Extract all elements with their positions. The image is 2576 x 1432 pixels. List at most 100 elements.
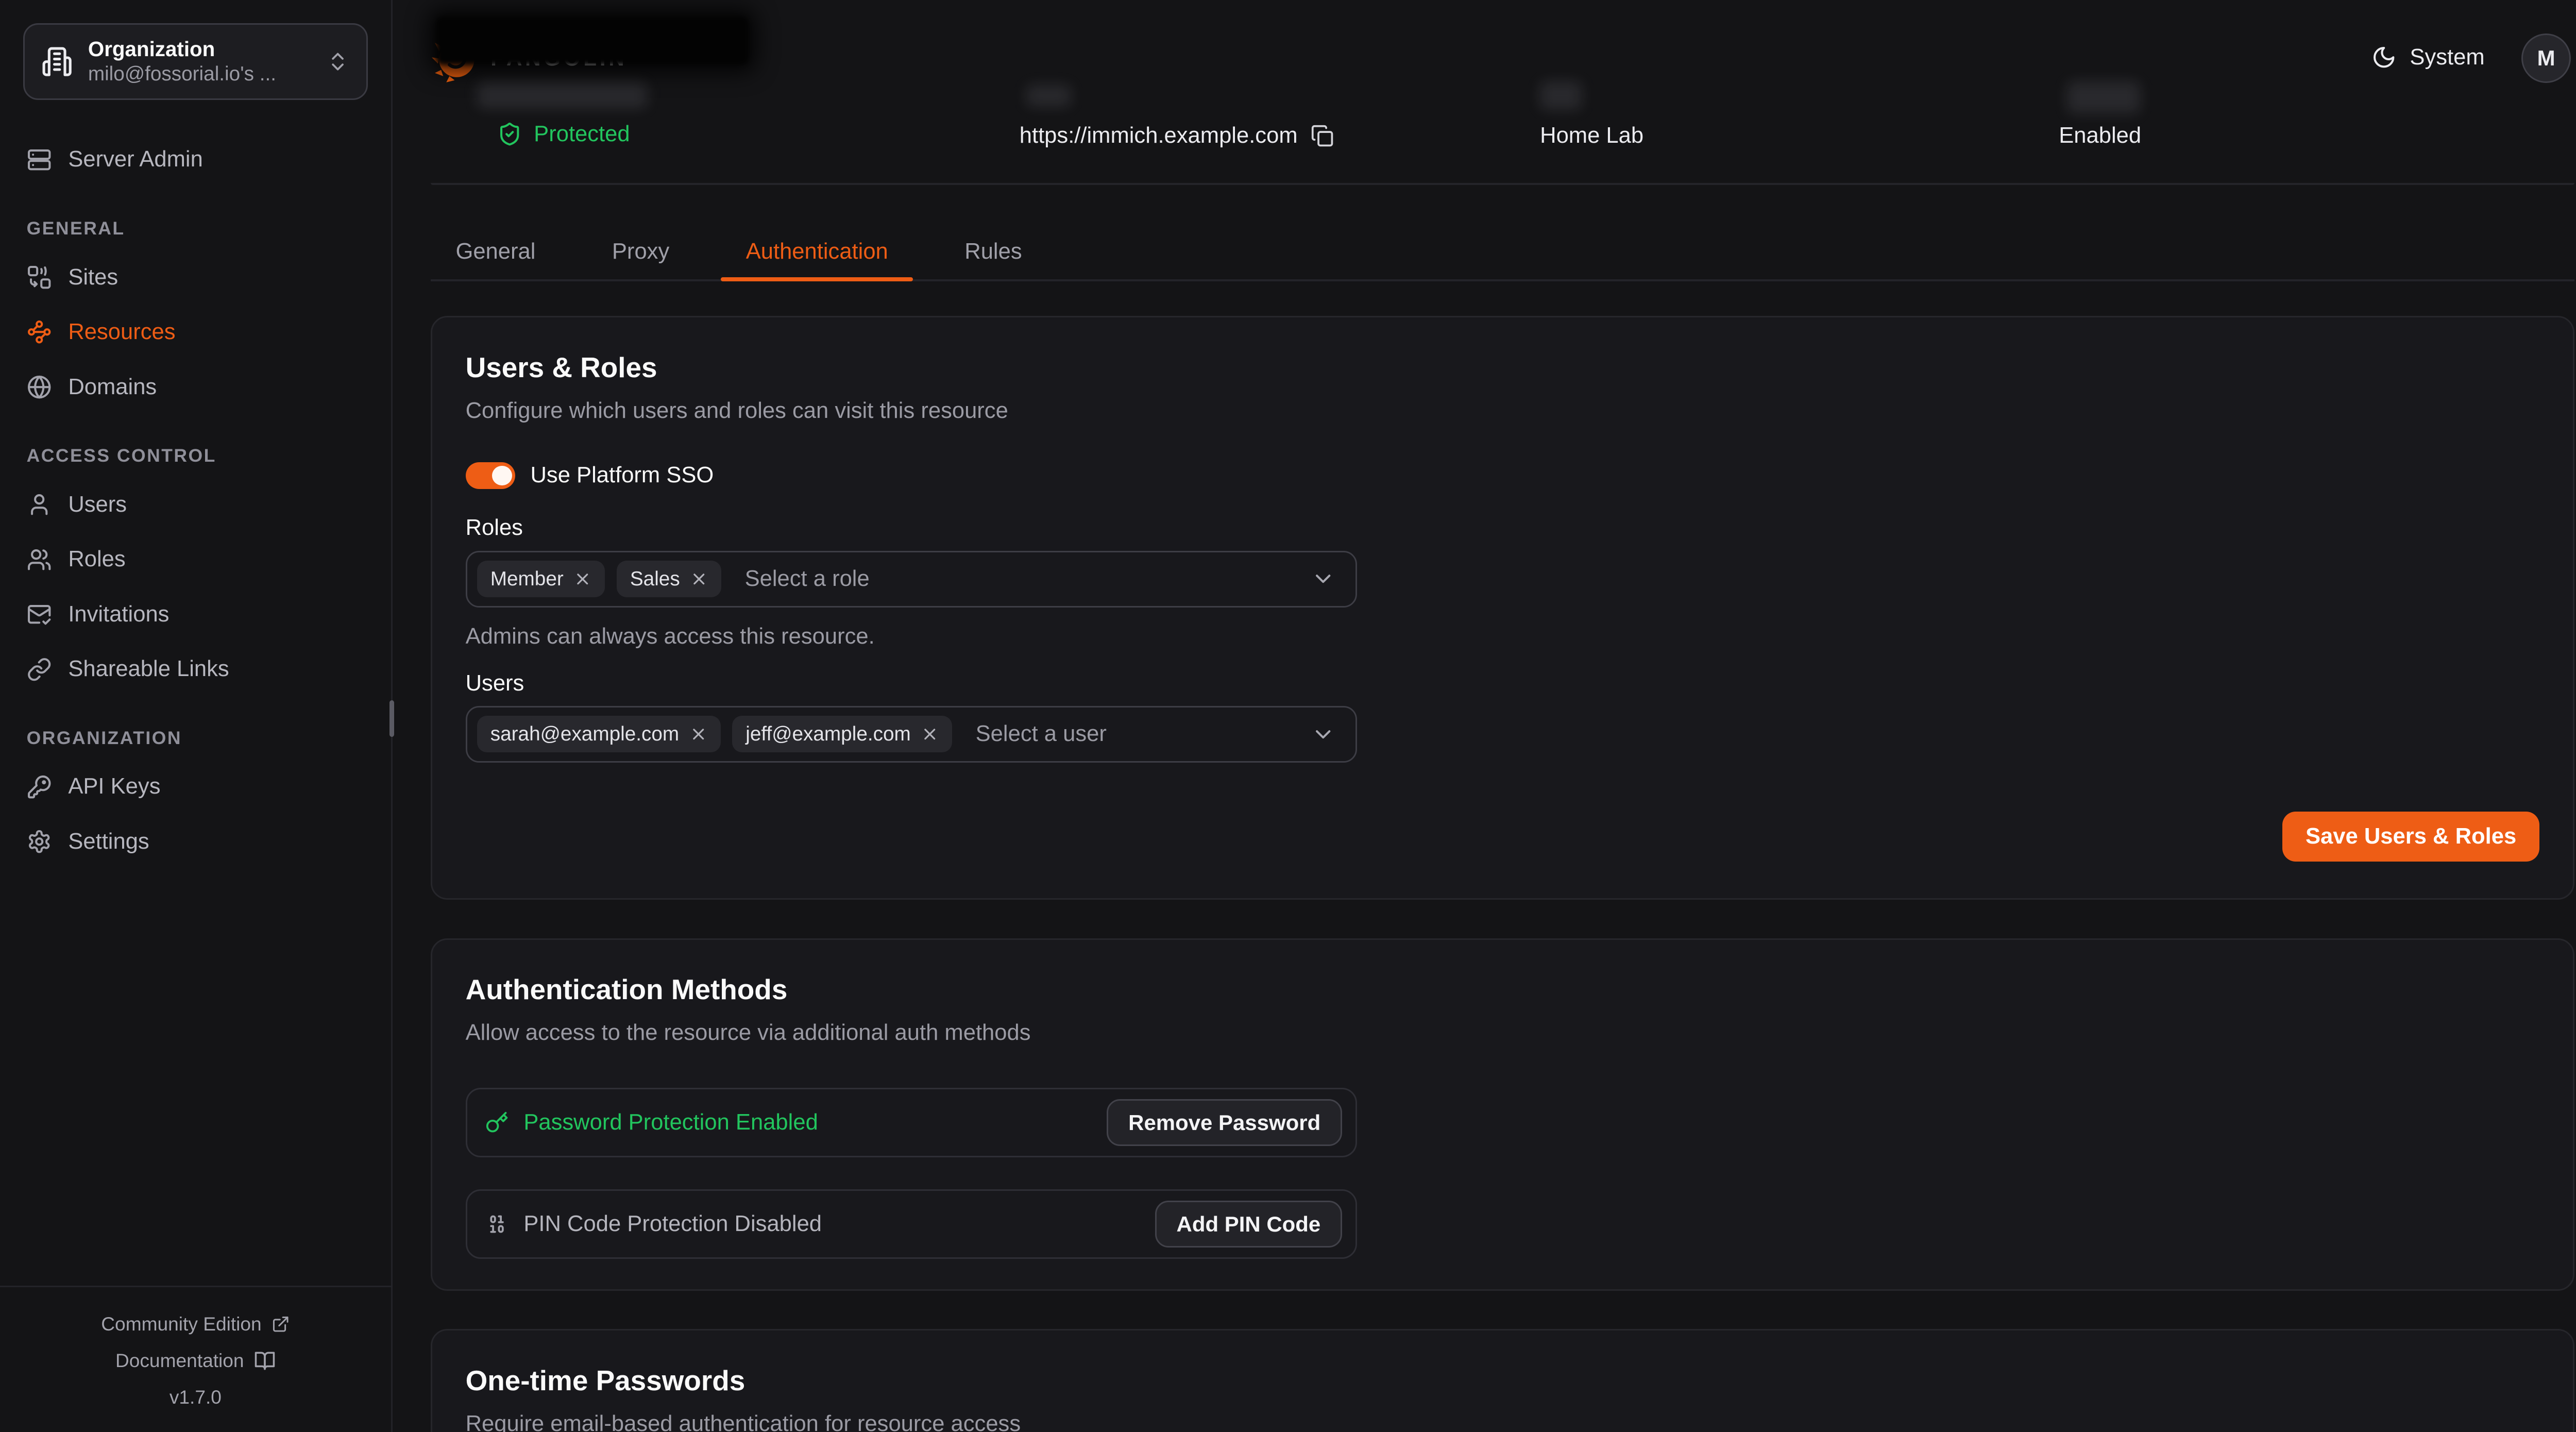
users-roles-card: Users & Roles Configure which users and …: [431, 316, 2574, 900]
copy-icon[interactable]: [1311, 124, 1334, 147]
sidebar-item-users[interactable]: Users: [27, 488, 365, 521]
roles-placeholder: Select a role: [745, 566, 870, 592]
documentation-link[interactable]: Documentation: [0, 1342, 391, 1379]
globe-icon: [27, 375, 52, 399]
roles-field-label: Roles: [466, 515, 2540, 541]
platform-sso-toggle[interactable]: [466, 462, 516, 489]
server-icon: [27, 147, 52, 172]
mail-check-icon: [27, 602, 52, 627]
sidebar-item-label: Invitations: [68, 602, 169, 627]
tab-proxy[interactable]: Proxy: [587, 225, 694, 279]
remove-chip-icon[interactable]: [690, 570, 708, 588]
main-area: PANGOLIN System M Protected https://immi…: [393, 0, 2576, 1432]
tab-general[interactable]: General: [431, 225, 561, 279]
sidebar-footer: Community Edition Documentation v1.7.0: [0, 1286, 391, 1432]
sidebar-item-invitations[interactable]: Invitations: [27, 598, 365, 631]
sidebar-item-label: Server Admin: [68, 147, 202, 172]
org-selector[interactable]: Organization milo@fossorial.io's ...: [23, 23, 367, 99]
redacted-label: [477, 83, 647, 108]
resource-status: Protected: [497, 122, 630, 147]
version-label: v1.7.0: [170, 1386, 222, 1408]
resource-status-label: Protected: [534, 122, 630, 147]
users-placeholder: Select a user: [976, 721, 1107, 747]
sidebar-item-sites[interactable]: Sites: [27, 261, 365, 294]
user-chip: sarah@example.com: [477, 716, 721, 752]
documentation-label: Documentation: [115, 1350, 244, 1372]
sidebar-item-resources[interactable]: Resources: [27, 315, 365, 349]
binary-icon: [485, 1212, 509, 1236]
header-separator: [431, 183, 2574, 185]
sites-icon: [27, 265, 52, 290]
external-link-icon: [272, 1315, 290, 1334]
card-title: Users & Roles: [466, 351, 2540, 384]
sidebar-section-general: GENERAL: [27, 218, 365, 239]
resources-icon: [27, 319, 52, 344]
users-select[interactable]: sarah@example.com jeff@example.com Selec…: [466, 706, 1357, 763]
gear-icon: [27, 829, 52, 854]
user-chip-label: jeff@example.com: [745, 723, 911, 746]
otp-card: One-time Passwords Require email-based a…: [431, 1329, 2574, 1432]
sidebar-item-server-admin[interactable]: Server Admin: [27, 143, 365, 177]
sso-row: Use Platform SSO: [466, 462, 2540, 489]
sidebar-item-label: Sites: [68, 265, 118, 290]
role-chip-label: Member: [490, 568, 564, 591]
key-icon: [27, 774, 52, 799]
sidebar-item-api-keys[interactable]: API Keys: [27, 770, 365, 804]
sso-label: Use Platform SSO: [530, 463, 714, 488]
sidebar-item-label: Shareable Links: [68, 656, 229, 682]
resource-site: Home Lab: [1540, 123, 1643, 148]
sidebar-section-access-control: ACCESS CONTROL: [27, 445, 365, 466]
user-chip-label: sarah@example.com: [490, 723, 679, 746]
sidebar-item-label: Domains: [68, 375, 157, 400]
toggle-knob: [492, 466, 512, 486]
resource-enabled: Enabled: [2059, 123, 2141, 148]
redacted-label: [2067, 81, 2140, 113]
sidebar-item-roles[interactable]: Roles: [27, 543, 365, 576]
sidebar-item-label: Settings: [68, 829, 149, 854]
link-icon: [27, 657, 52, 682]
redacted-label: [1540, 81, 1582, 110]
save-users-roles-button[interactable]: Save Users & Roles: [2282, 812, 2540, 862]
theme-label: System: [2410, 45, 2484, 70]
community-edition-label: Community Edition: [101, 1313, 261, 1335]
chevron-down-icon: [1311, 566, 1335, 591]
app-root: Organization milo@fossorial.io's ... Ser…: [0, 0, 2576, 1432]
remove-chip-icon[interactable]: [921, 725, 939, 744]
sidebar-item-domains[interactable]: Domains: [27, 370, 365, 404]
remove-password-button[interactable]: Remove Password: [1107, 1099, 1342, 1145]
building-icon: [41, 46, 73, 77]
users-icon: [27, 547, 52, 572]
sidebar-item-shareable-links[interactable]: Shareable Links: [27, 652, 365, 686]
tab-rules[interactable]: Rules: [940, 225, 1047, 279]
user-chip: jeff@example.com: [732, 716, 952, 752]
tab-authentication[interactable]: Authentication: [721, 225, 913, 279]
avatar-initial: M: [2537, 46, 2555, 71]
key-icon: [485, 1111, 509, 1134]
sidebar-nav: Server Admin GENERAL Sites Resources Do: [0, 123, 391, 858]
card-title: Authentication Methods: [466, 973, 2540, 1006]
org-selector-texts: Organization milo@fossorial.io's ...: [88, 36, 311, 87]
role-chip-label: Sales: [630, 568, 680, 591]
remove-chip-icon[interactable]: [573, 570, 592, 588]
resource-tabs: General Proxy Authentication Rules: [431, 225, 2574, 281]
sidebar-item-label: API Keys: [68, 774, 160, 799]
redacted-label: [1026, 85, 1071, 107]
sidebar: Organization milo@fossorial.io's ... Ser…: [0, 0, 393, 1432]
org-label: Organization: [88, 36, 311, 62]
roles-select[interactable]: Member Sales Select a role: [466, 551, 1357, 608]
sidebar-item-settings[interactable]: Settings: [27, 825, 365, 858]
card-description: Require email-based authentication for r…: [466, 1409, 2540, 1432]
redacted-resource-name: [436, 16, 749, 65]
avatar[interactable]: M: [2521, 33, 2571, 83]
card-description: Allow access to the resource via additio…: [466, 1018, 2540, 1048]
chevron-down-icon: [1311, 722, 1335, 747]
users-field-label: Users: [466, 671, 2540, 696]
community-edition-link[interactable]: Community Edition: [0, 1306, 391, 1342]
pin-protection-row: PIN Code Protection Disabled Add PIN Cod…: [466, 1189, 1357, 1259]
admins-note: Admins can always access this resource.: [466, 624, 2540, 649]
add-pin-code-button[interactable]: Add PIN Code: [1155, 1201, 1342, 1247]
theme-toggle[interactable]: System: [2371, 45, 2484, 70]
book-open-icon: [254, 1350, 276, 1372]
remove-chip-icon[interactable]: [689, 725, 708, 744]
pin-status: PIN Code Protection Disabled: [523, 1211, 822, 1237]
